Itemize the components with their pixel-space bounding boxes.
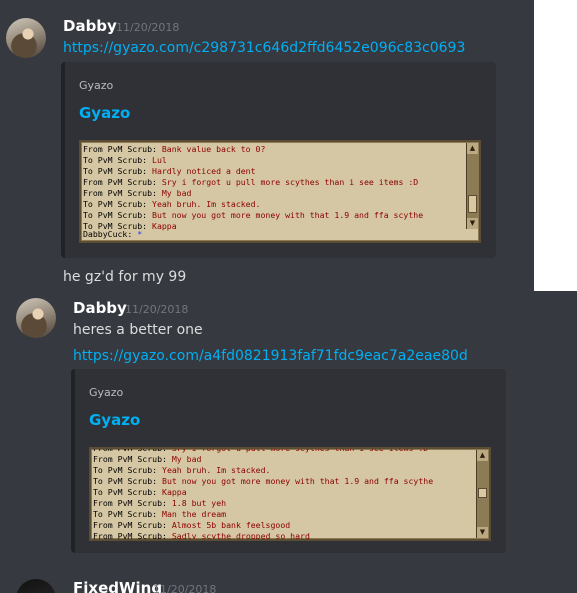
- message-group-1: Dabby 11/20/2018 https://gyazo.com/c2987…: [0, 0, 534, 291]
- chat-line: From PvM Scrub: Bank value back to 0?: [83, 144, 463, 155]
- chat-line-sender: From PvM Scrub:: [93, 447, 172, 453]
- chat-line-message: Yeah bruh. Im stacked.: [162, 465, 271, 475]
- chat-line-message: Kappa: [162, 487, 187, 497]
- chat-line-message: Almost 5b bank feelsgood: [171, 520, 291, 530]
- chat-input-prefix: DabbyCuck:: [83, 229, 138, 239]
- chat-input-cursor: *: [137, 229, 143, 239]
- chat-line-message: But now you got more money with that 1.9…: [162, 476, 434, 486]
- chat-line-sender: From PvM Scrub:: [93, 454, 172, 464]
- scroll-down-arrow-icon[interactable]: ▼: [467, 218, 478, 229]
- username[interactable]: Dabby: [63, 17, 117, 35]
- chat-line-message: My bad: [161, 188, 192, 198]
- chat-line-message: Bank value back to 0?: [161, 144, 266, 154]
- username[interactable]: FixedWing: [73, 579, 162, 593]
- chat-line-sender: To PvM Scrub:: [83, 199, 153, 209]
- chat-line: From PvM Scrub: My bad: [83, 188, 463, 199]
- chat-line: To PvM Scrub: Man the dream: [93, 509, 473, 520]
- chat-line-sender: To PvM Scrub:: [83, 166, 153, 176]
- scroll-up-arrow-icon[interactable]: ▲: [467, 143, 478, 154]
- embed-provider[interactable]: Gyazo: [89, 386, 123, 399]
- scroll-thumb[interactable]: [468, 195, 477, 213]
- timestamp: 11/20/2018: [125, 303, 189, 316]
- chat-line: From PvM Scrub: Sadly scythe dropped so …: [93, 531, 473, 541]
- chat-line: From PvM Scrub: 1.8 but yeh: [93, 498, 473, 509]
- timestamp: 11/20/2018: [153, 583, 217, 593]
- avatar[interactable]: [16, 579, 56, 593]
- message-text: he gz'd for my 99: [63, 269, 187, 285]
- scroll-down-arrow-icon[interactable]: ▼: [477, 527, 488, 538]
- chat-line-sender: To PvM Scrub:: [83, 155, 153, 165]
- chat-line-message: Kappa: [152, 221, 177, 231]
- avatar[interactable]: [16, 298, 56, 338]
- chat-line-sender: To PvM Scrub:: [93, 487, 163, 497]
- chat-line-sender: From PvM Scrub:: [83, 188, 162, 198]
- chat-line-sender: To PvM Scrub:: [93, 509, 163, 519]
- chat-line-message: Sry i forgot u pull more scythes than i …: [171, 447, 429, 453]
- chat-line-sender: To PvM Scrub:: [93, 476, 163, 486]
- chat-line-sender: From PvM Scrub:: [93, 531, 172, 541]
- timestamp: 11/20/2018: [116, 21, 180, 34]
- chat-line-message: Lul: [152, 155, 167, 165]
- chat-line-message: Hardly noticed a dent: [152, 166, 256, 176]
- embed-title[interactable]: Gyazo: [79, 104, 130, 122]
- link-embed: Gyazo Gyazo From PvM Scrub: Bank value b…: [61, 62, 496, 258]
- chat-input-line: DabbyCuck: *: [83, 229, 142, 240]
- message-text: heres a better one: [73, 322, 203, 338]
- chat-line-sender: To PvM Scrub:: [83, 210, 153, 220]
- chat-line-message: 1.8 but yeh: [171, 498, 227, 508]
- scroll-thumb[interactable]: [478, 488, 487, 498]
- embed-title[interactable]: Gyazo: [89, 411, 140, 429]
- chat-line-sender: From PvM Scrub:: [83, 177, 162, 187]
- chat-line-message: Sry i forgot u pull more scythes than i …: [161, 177, 419, 187]
- chat-line: To PvM Scrub: Kappa: [93, 487, 473, 498]
- embed-image-chat-screenshot[interactable]: From PvM Scrub: Sry i forgot u pull more…: [89, 447, 491, 541]
- message-link[interactable]: https://gyazo.com/a4fd0821913faf71fdc9ea…: [73, 348, 468, 364]
- chat-line: To PvM Scrub: But now you got more money…: [93, 476, 473, 487]
- chat-line: To PvM Scrub: Hardly noticed a dent: [83, 166, 463, 177]
- chat-line-sender: To PvM Scrub:: [93, 465, 163, 475]
- chat-line: To PvM Scrub: But now you got more money…: [83, 210, 463, 221]
- chat-line: To PvM Scrub: Yeah bruh. Im stacked.: [93, 465, 473, 476]
- chat-scrollbar[interactable]: ▲ ▼: [466, 143, 478, 229]
- message-link[interactable]: https://gyazo.com/c298731c646d2ffd6452e0…: [63, 40, 465, 56]
- embed-provider[interactable]: Gyazo: [79, 79, 113, 92]
- chat-scrollbar[interactable]: ▲ ▼: [476, 450, 488, 538]
- chat-line-sender: From PvM Scrub:: [93, 520, 172, 530]
- chat-line-message: My bad: [171, 454, 202, 464]
- chat-lines: From PvM Scrub: Sry i forgot u pull more…: [93, 447, 473, 541]
- chat-line: To PvM Scrub: Yeah bruh. Im stacked.: [83, 199, 463, 210]
- chat-line-sender: From PvM Scrub:: [83, 144, 162, 154]
- chat-line-message: Man the dream: [162, 509, 227, 519]
- chat-line-message: Sadly scythe dropped so hard: [171, 531, 310, 541]
- avatar[interactable]: [6, 18, 46, 58]
- chat-line-sender: From PvM Scrub:: [93, 498, 172, 508]
- chat-line: From PvM Scrub: My bad: [93, 454, 473, 465]
- scroll-up-arrow-icon[interactable]: ▲: [477, 450, 488, 461]
- embed-image-chat-screenshot[interactable]: From PvM Scrub: Bank value back to 0? To …: [79, 140, 481, 243]
- chat-line-message: But now you got more money with that 1.9…: [152, 210, 424, 220]
- chat-line-message: Yeah bruh. Im stacked.: [152, 199, 261, 209]
- chat-line: From PvM Scrub: Sry i forgot u pull more…: [83, 177, 463, 188]
- chat-line: From PvM Scrub: Sry i forgot u pull more…: [93, 447, 473, 454]
- link-embed: Gyazo Gyazo From PvM Scrub: Sry i forgot…: [71, 369, 506, 553]
- chat-line: To PvM Scrub: Lul: [83, 155, 463, 166]
- chat-lines: From PvM Scrub: Bank value back to 0? To …: [83, 144, 463, 232]
- username[interactable]: Dabby: [73, 299, 127, 317]
- message-group-2: Dabby 11/20/2018 heres a better one http…: [0, 291, 577, 593]
- chat-line: From PvM Scrub: Almost 5b bank feelsgood: [93, 520, 473, 531]
